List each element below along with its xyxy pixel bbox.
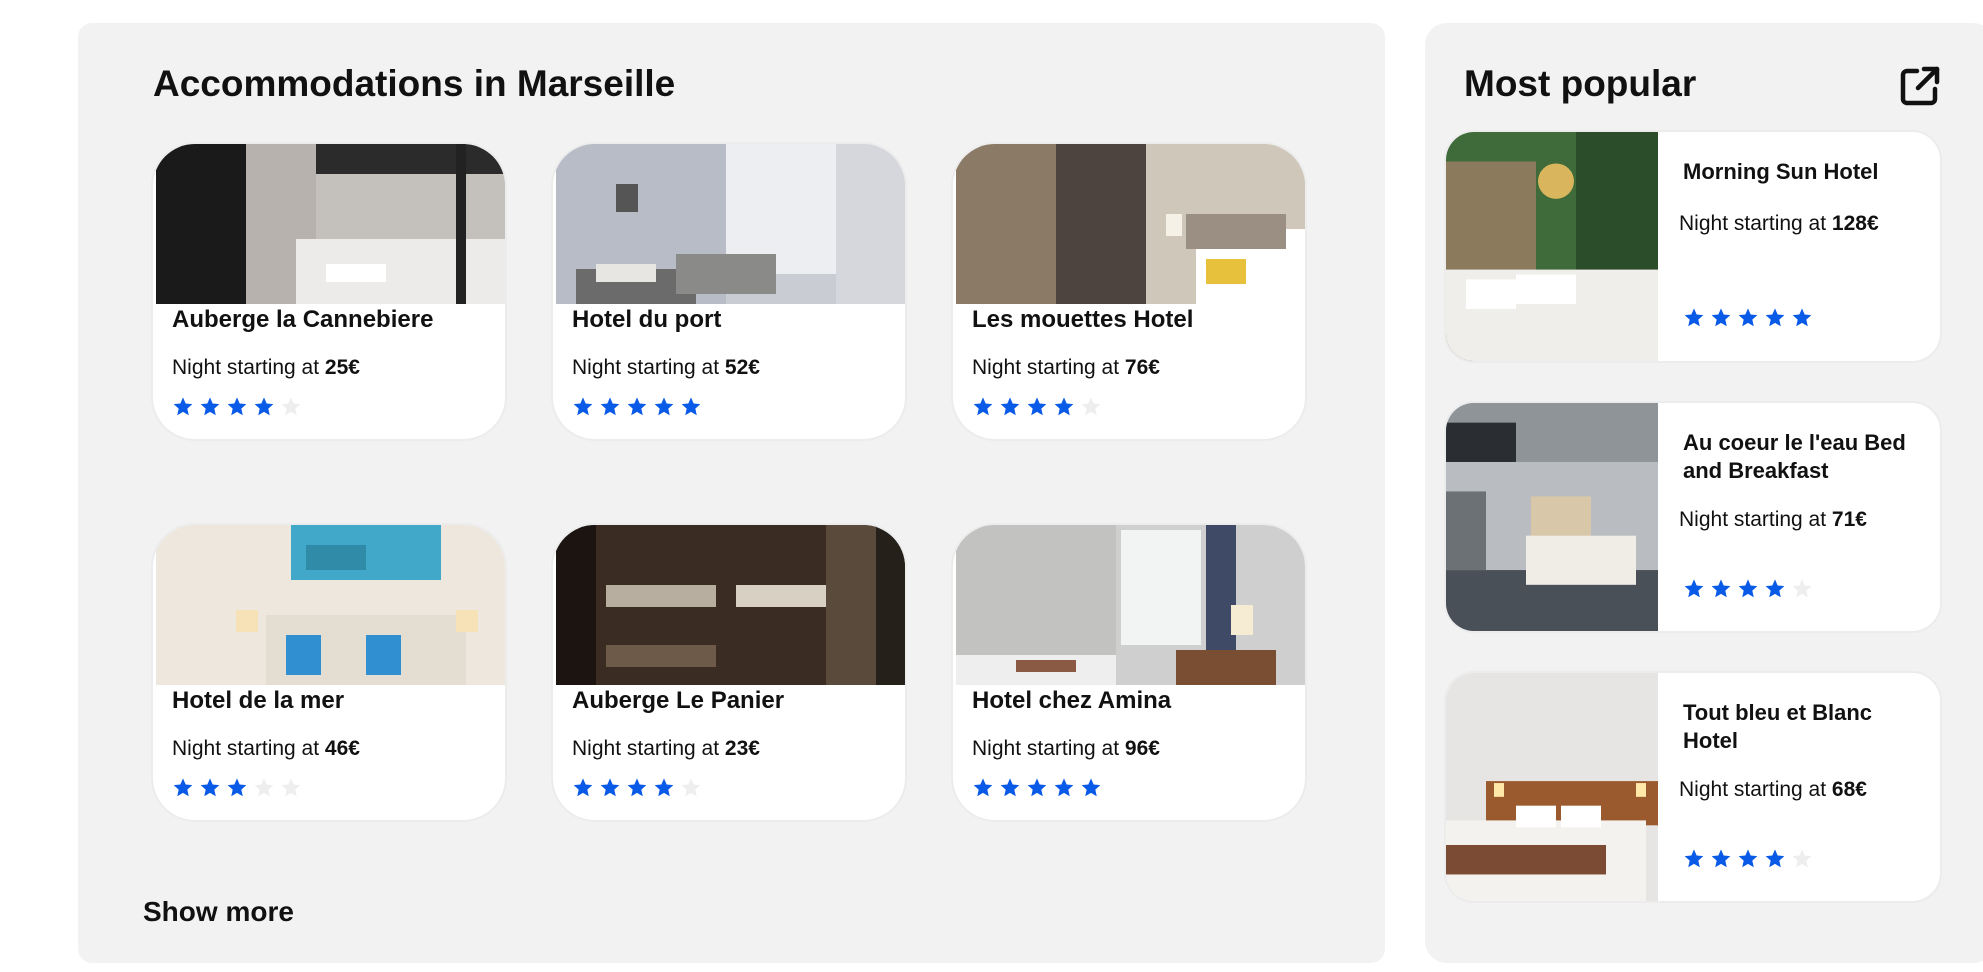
popular-hotel-card[interactable]: Tout bleu et Blanc Hotel Night starting … <box>1444 671 1942 903</box>
star-filled-icon <box>599 777 621 799</box>
star-filled-icon <box>1053 396 1075 418</box>
star-rating <box>972 777 1102 799</box>
star-filled-icon <box>226 777 248 799</box>
hotel-price: Night starting at 68€ <box>1679 778 1867 801</box>
star-filled-icon <box>1026 396 1048 418</box>
accommodations-panel: Accommodations in Marseille Auberge la C… <box>78 23 1385 963</box>
hotel-name: Les mouettes Hotel <box>972 306 1194 333</box>
star-rating <box>1683 578 1813 600</box>
accommodation-card[interactable]: Les mouettes Hotel Night starting at 76€ <box>951 142 1307 441</box>
star-empty-icon <box>1080 396 1102 418</box>
star-filled-icon <box>1791 307 1813 329</box>
accommodation-card[interactable]: Auberge la Cannebiere Night starting at … <box>151 142 507 441</box>
external-link-icon[interactable] <box>1897 63 1943 109</box>
hotel-photo <box>1446 132 1658 361</box>
star-filled-icon <box>1764 578 1786 600</box>
show-more-button[interactable]: Show more <box>143 896 294 928</box>
star-filled-icon <box>1737 578 1759 600</box>
star-filled-icon <box>1683 848 1705 870</box>
hotel-price: Night starting at 23€ <box>572 737 760 760</box>
hotel-photo <box>556 144 905 304</box>
hotel-price: Night starting at 71€ <box>1679 508 1867 531</box>
accommodation-card[interactable]: Auberge Le Panier Night starting at 23€ <box>551 523 907 822</box>
hotel-photo <box>156 144 505 304</box>
star-filled-icon <box>653 777 675 799</box>
star-filled-icon <box>199 777 221 799</box>
star-filled-icon <box>172 777 194 799</box>
hotel-name: Hotel de la mer <box>172 687 345 714</box>
star-filled-icon <box>572 777 594 799</box>
hotel-name: Morning Sun Hotel <box>1683 159 1879 184</box>
star-filled-icon <box>599 396 621 418</box>
section-title: Most popular <box>1464 63 1697 104</box>
star-rating <box>572 777 702 799</box>
star-filled-icon <box>1683 307 1705 329</box>
hotel-name: Auberge la Cannebiere <box>172 306 434 333</box>
page-title: Accommodations in Marseille <box>153 63 676 104</box>
popular-hotel-card[interactable]: Au coeur le l'eau Bed and Breakfast Nigh… <box>1444 401 1942 633</box>
hotel-photo <box>956 144 1305 304</box>
star-filled-icon <box>226 396 248 418</box>
star-filled-icon <box>999 777 1021 799</box>
star-filled-icon <box>1710 848 1732 870</box>
accommodation-card[interactable]: Hotel de la mer Night starting at 46€ <box>151 523 507 822</box>
star-filled-icon <box>172 396 194 418</box>
hotel-photo <box>956 525 1305 685</box>
star-filled-icon <box>1737 848 1759 870</box>
star-filled-icon <box>1026 777 1048 799</box>
hotel-price: Night starting at 46€ <box>172 737 360 760</box>
star-rating <box>572 396 702 418</box>
hotel-name: Au coeur le l'eau Bed and Breakfast <box>1683 430 1906 483</box>
hotel-photo <box>1446 403 1658 631</box>
accommodation-card[interactable]: Hotel chez Amina Night starting at 96€ <box>951 523 1307 822</box>
star-filled-icon <box>1053 777 1075 799</box>
star-filled-icon <box>1710 578 1732 600</box>
star-filled-icon <box>1764 848 1786 870</box>
hotel-price: Night starting at 76€ <box>972 356 1160 379</box>
hotel-price: Night starting at 96€ <box>972 737 1160 760</box>
hotel-name: Hotel du port <box>572 306 722 333</box>
hotel-name: Tout bleu et Blanc Hotel <box>1683 700 1873 753</box>
star-empty-icon <box>253 777 275 799</box>
star-rating <box>1683 848 1813 870</box>
hotel-price: Night starting at 128€ <box>1679 212 1879 235</box>
star-rating <box>172 777 302 799</box>
star-filled-icon <box>1764 307 1786 329</box>
star-filled-icon <box>972 396 994 418</box>
hotel-price: Night starting at 25€ <box>172 356 360 379</box>
star-rating <box>172 396 302 418</box>
star-filled-icon <box>626 777 648 799</box>
star-filled-icon <box>199 396 221 418</box>
star-rating <box>1683 307 1813 329</box>
star-filled-icon <box>680 396 702 418</box>
star-filled-icon <box>1737 307 1759 329</box>
star-empty-icon <box>680 777 702 799</box>
hotel-name: Hotel chez Amina <box>972 687 1172 714</box>
star-filled-icon <box>999 396 1021 418</box>
star-filled-icon <box>626 396 648 418</box>
star-filled-icon <box>1080 777 1102 799</box>
star-filled-icon <box>653 396 675 418</box>
star-empty-icon <box>1791 578 1813 600</box>
star-filled-icon <box>1683 578 1705 600</box>
star-rating <box>972 396 1102 418</box>
accommodation-card[interactable]: Hotel du port Night starting at 52€ <box>551 142 907 441</box>
star-filled-icon <box>1710 307 1732 329</box>
hotel-price: Night starting at 52€ <box>572 356 760 379</box>
star-empty-icon <box>1791 848 1813 870</box>
popular-hotel-card[interactable]: Morning Sun Hotel Night starting at 128€ <box>1444 130 1942 363</box>
star-filled-icon <box>972 777 994 799</box>
hotel-name: Auberge Le Panier <box>572 687 785 714</box>
star-filled-icon <box>253 396 275 418</box>
most-popular-panel: Most popular Morning Sun Hotel Night sta… <box>1425 23 1983 963</box>
hotel-photo <box>556 525 905 685</box>
hotel-photo <box>156 525 505 685</box>
star-filled-icon <box>572 396 594 418</box>
hotel-photo <box>1446 673 1658 901</box>
star-empty-icon <box>280 777 302 799</box>
star-empty-icon <box>280 396 302 418</box>
